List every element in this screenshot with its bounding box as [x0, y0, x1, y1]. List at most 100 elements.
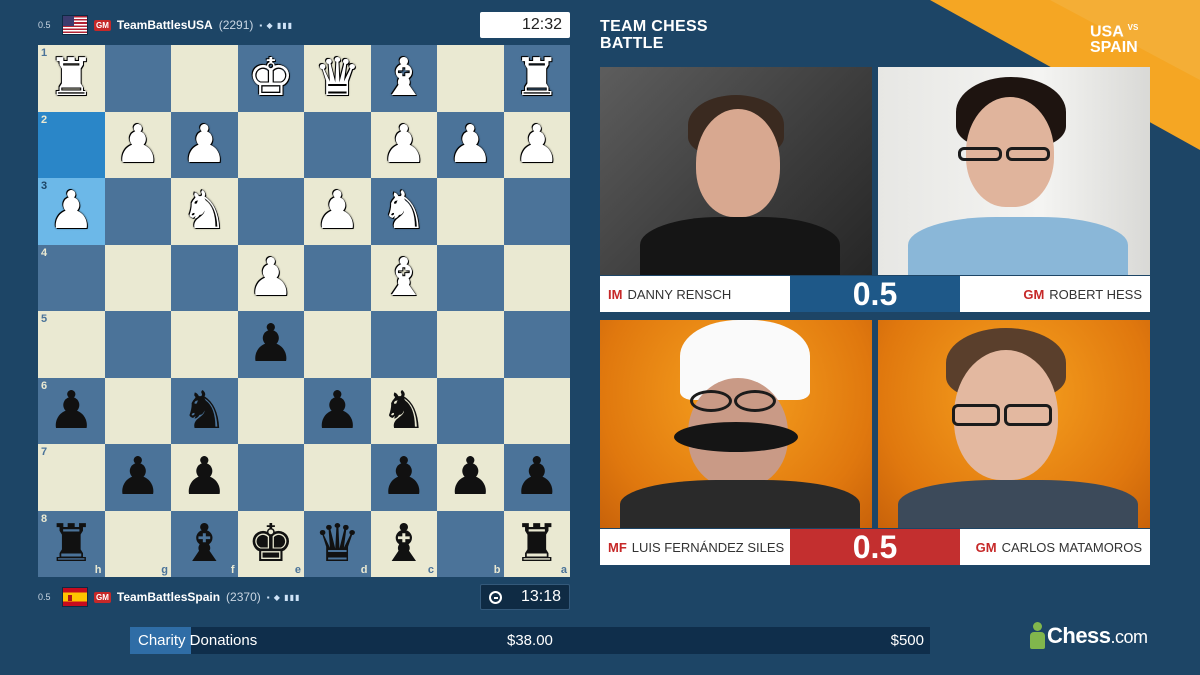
board-square-c7[interactable]: ♟	[370, 444, 437, 511]
board-square-b2[interactable]: ♟	[437, 111, 504, 178]
white-knight-piece[interactable]: ♞	[181, 185, 228, 237]
board-square-g3[interactable]	[104, 178, 171, 245]
board-square-b6[interactable]	[437, 377, 504, 444]
white-pawn-piece[interactable]: ♟	[513, 119, 560, 171]
shirt	[908, 217, 1128, 275]
black-pawn-piece[interactable]: ♟	[48, 385, 95, 437]
black-queen-piece[interactable]: ♛	[314, 518, 361, 570]
board-square-e3[interactable]	[237, 178, 304, 245]
black-pawn-piece[interactable]: ♟	[380, 451, 427, 503]
black-knight-piece[interactable]: ♞	[181, 385, 228, 437]
board-square-g4[interactable]	[104, 244, 171, 311]
board-square-g7[interactable]: ♟	[104, 444, 171, 511]
black-bishop-piece[interactable]: ♝	[380, 518, 427, 570]
board-square-e8[interactable]: e ♚	[237, 510, 304, 577]
board-square-h3[interactable]: 3 ♟	[38, 178, 105, 245]
board-square-f6[interactable]: ♞	[171, 377, 238, 444]
board-square-b3[interactable]	[437, 178, 504, 245]
black-king-piece[interactable]: ♚	[247, 518, 294, 570]
board-square-d3[interactable]: ♟	[304, 178, 371, 245]
black-knight-piece[interactable]: ♞	[380, 385, 427, 437]
white-rook-piece[interactable]: ♜	[513, 52, 560, 104]
chess-board[interactable]: 1 ♜ ♚ ♛ ♝ ♜ 2 ♟ ♟ ♟ ♟ ♟ 3 ♟ ♞ ♟ ♞ 4 ♟ ♝ 5 ♟ 6 ♟ ♞ ♟ ♞ 7 ♟ ♟ ♟ ♟ ♟ 8 h ♜ g f ♝ e…	[38, 45, 570, 577]
board-square-b8[interactable]: b	[437, 510, 504, 577]
board-square-a7[interactable]: ♟	[503, 444, 570, 511]
board-square-c8[interactable]: c ♝	[370, 510, 437, 577]
top-player-name[interactable]: TeamBattlesUSA	[117, 18, 213, 32]
board-square-d6[interactable]: ♟	[304, 377, 371, 444]
white-knight-piece[interactable]: ♞	[380, 185, 427, 237]
board-square-d4[interactable]	[304, 244, 371, 311]
white-pawn-piece[interactable]: ♟	[247, 252, 294, 304]
black-pawn-piece[interactable]: ♟	[447, 451, 494, 503]
board-square-h2[interactable]: 2	[38, 111, 105, 178]
board-square-c6[interactable]: ♞	[370, 377, 437, 444]
board-square-d8[interactable]: d ♛	[304, 510, 371, 577]
board-square-h4[interactable]: 4	[38, 244, 105, 311]
white-pawn-piece[interactable]: ♟	[314, 185, 361, 237]
white-bishop-piece[interactable]: ♝	[380, 252, 427, 304]
board-square-a1[interactable]: ♜	[503, 45, 570, 112]
board-square-d7[interactable]	[304, 444, 371, 511]
board-square-b7[interactable]: ♟	[437, 444, 504, 511]
board-square-f4[interactable]	[171, 244, 238, 311]
white-pawn-piece[interactable]: ♟	[181, 119, 228, 171]
board-square-e1[interactable]: ♚	[237, 45, 304, 112]
board-square-b5[interactable]	[437, 311, 504, 378]
black-pawn-piece[interactable]: ♟	[114, 451, 161, 503]
board-square-f7[interactable]: ♟	[171, 444, 238, 511]
black-pawn-piece[interactable]: ♟	[513, 451, 560, 503]
board-square-c3[interactable]: ♞	[370, 178, 437, 245]
board-square-f2[interactable]: ♟	[171, 111, 238, 178]
white-king-piece[interactable]: ♚	[247, 52, 294, 104]
board-square-e6[interactable]	[237, 377, 304, 444]
white-bishop-piece[interactable]: ♝	[380, 52, 427, 104]
board-square-h6[interactable]: 6 ♟	[38, 377, 105, 444]
board-square-a8[interactable]: a ♜	[503, 510, 570, 577]
black-bishop-piece[interactable]: ♝	[181, 518, 228, 570]
black-pawn-piece[interactable]: ♟	[247, 318, 294, 370]
board-square-g5[interactable]	[104, 311, 171, 378]
board-square-d5[interactable]	[304, 311, 371, 378]
board-square-a4[interactable]	[503, 244, 570, 311]
board-square-c2[interactable]: ♟	[370, 111, 437, 178]
board-square-a6[interactable]	[503, 377, 570, 444]
board-square-f1[interactable]	[171, 45, 238, 112]
board-square-e4[interactable]: ♟	[237, 244, 304, 311]
board-square-b1[interactable]	[437, 45, 504, 112]
white-pawn-piece[interactable]: ♟	[48, 185, 95, 237]
black-pawn-piece[interactable]: ♟	[314, 385, 361, 437]
board-square-c1[interactable]: ♝	[370, 45, 437, 112]
white-pawn-piece[interactable]: ♟	[447, 119, 494, 171]
board-square-a3[interactable]	[503, 178, 570, 245]
board-square-g1[interactable]	[104, 45, 171, 112]
board-square-g6[interactable]	[104, 377, 171, 444]
bottom-player-name[interactable]: TeamBattlesSpain	[117, 590, 220, 604]
black-rook-piece[interactable]: ♜	[48, 518, 95, 570]
board-square-e5[interactable]: ♟	[237, 311, 304, 378]
board-square-h1[interactable]: 1 ♜	[38, 45, 105, 112]
white-pawn-piece[interactable]: ♟	[380, 119, 427, 171]
board-square-g2[interactable]: ♟	[104, 111, 171, 178]
board-square-f8[interactable]: f ♝	[171, 510, 238, 577]
black-rook-piece[interactable]: ♜	[513, 518, 560, 570]
board-square-h8[interactable]: 8 h ♜	[38, 510, 105, 577]
black-pawn-piece[interactable]: ♟	[181, 451, 228, 503]
board-square-e7[interactable]	[237, 444, 304, 511]
board-square-e2[interactable]	[237, 111, 304, 178]
board-square-f3[interactable]: ♞	[171, 178, 238, 245]
board-square-d2[interactable]	[304, 111, 371, 178]
white-queen-piece[interactable]: ♛	[314, 52, 361, 104]
board-square-a2[interactable]: ♟	[503, 111, 570, 178]
white-rook-piece[interactable]: ♜	[48, 52, 95, 104]
board-square-h7[interactable]: 7	[38, 444, 105, 511]
board-square-f5[interactable]	[171, 311, 238, 378]
board-square-h5[interactable]: 5	[38, 311, 105, 378]
board-square-g8[interactable]: g	[104, 510, 171, 577]
board-square-c5[interactable]	[370, 311, 437, 378]
board-square-d1[interactable]: ♛	[304, 45, 371, 112]
board-square-a5[interactable]	[503, 311, 570, 378]
white-pawn-piece[interactable]: ♟	[114, 119, 161, 171]
board-square-c4[interactable]: ♝	[370, 244, 437, 311]
board-square-b4[interactable]	[437, 244, 504, 311]
